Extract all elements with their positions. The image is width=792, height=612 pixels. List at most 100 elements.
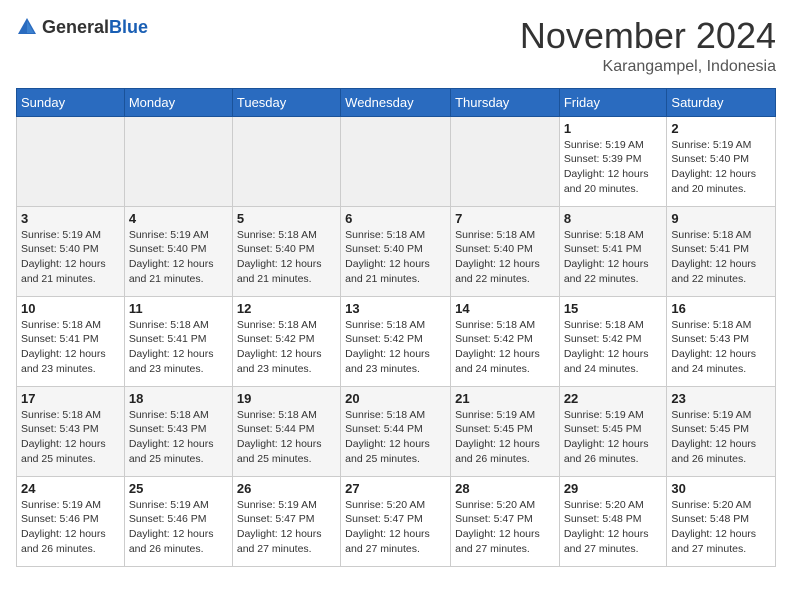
- calendar-cell: 23 Sunrise: 5:19 AMSunset: 5:45 PMDayligh…: [667, 386, 776, 476]
- day-number: 17: [21, 391, 120, 406]
- calendar-cell: 8 Sunrise: 5:18 AMSunset: 5:41 PMDaylight…: [559, 206, 667, 296]
- calendar-cell: 11 Sunrise: 5:18 AMSunset: 5:41 PMDayligh…: [124, 296, 232, 386]
- calendar-cell: 5Sunrise: 5:18 AMSunset: 5:40 PMDaylight…: [232, 206, 340, 296]
- calendar-week-5: 24 Sunrise: 5:19 AMSunset: 5:46 PMDayligh…: [17, 476, 776, 566]
- day-info: Sunrise: 5:19 AMSunset: 5:40 PMDaylight:…: [129, 228, 228, 287]
- day-number: 19: [237, 391, 336, 406]
- day-info: Sunrise: 5:18 AMSunset: 5:41 PMDaylight:…: [129, 318, 228, 377]
- header-day-monday: Monday: [124, 88, 232, 116]
- calendar-cell: 7 Sunrise: 5:18 AMSunset: 5:40 PMDaylight…: [451, 206, 560, 296]
- day-info: Sunrise: 5:19 AMSunset: 5:45 PMDaylight:…: [671, 408, 771, 467]
- calendar-cell: 30 Sunrise: 5:20 AMSunset: 5:48 PMDayligh…: [667, 476, 776, 566]
- day-number: 7: [455, 211, 555, 226]
- day-number: 8: [564, 211, 663, 226]
- calendar-cell: 17 Sunrise: 5:18 AMSunset: 5:43 PMDayligh…: [17, 386, 125, 476]
- day-info: Sunrise: 5:18 AMSunset: 5:44 PMDaylight:…: [345, 408, 446, 467]
- header-day-friday: Friday: [559, 88, 667, 116]
- calendar-week-4: 17 Sunrise: 5:18 AMSunset: 5:43 PMDayligh…: [17, 386, 776, 476]
- day-number: 30: [671, 481, 771, 496]
- day-number: 3: [21, 211, 120, 226]
- calendar-cell: 27Sunrise: 5:20 AMSunset: 5:47 PMDayligh…: [341, 476, 451, 566]
- day-number: 12: [237, 301, 336, 316]
- day-number: 11: [129, 301, 228, 316]
- calendar-cell: 6 Sunrise: 5:18 AMSunset: 5:40 PMDaylight…: [341, 206, 451, 296]
- day-info: Sunrise: 5:20 AMSunset: 5:47 PMDaylight:…: [455, 498, 555, 557]
- day-info: Sunrise: 5:18 AMSunset: 5:40 PMDaylight:…: [345, 228, 446, 287]
- day-info: Sunrise: 5:18 AMSunset: 5:42 PMDaylight:…: [237, 318, 336, 377]
- header-day-thursday: Thursday: [451, 88, 560, 116]
- day-info: Sunrise: 5:19 AMSunset: 5:40 PMDaylight:…: [671, 138, 771, 197]
- day-info: Sunrise: 5:20 AMSunset: 5:47 PMDaylight:…: [345, 498, 446, 557]
- calendar-cell: 1 Sunrise: 5:19 AMSunset: 5:39 PMDaylight…: [559, 116, 667, 206]
- day-number: 22: [564, 391, 663, 406]
- day-info: Sunrise: 5:19 AMSunset: 5:46 PMDaylight:…: [21, 498, 120, 557]
- calendar-cell: 28 Sunrise: 5:20 AMSunset: 5:47 PMDayligh…: [451, 476, 560, 566]
- calendar-table: SundayMondayTuesdayWednesdayThursdayFrid…: [16, 88, 776, 567]
- day-info: Sunrise: 5:18 AMSunset: 5:42 PMDaylight:…: [564, 318, 663, 377]
- calendar-cell: 16Sunrise: 5:18 AMSunset: 5:43 PMDayligh…: [667, 296, 776, 386]
- calendar-cell: [451, 116, 560, 206]
- calendar-cell: 10 Sunrise: 5:18 AMSunset: 5:41 PMDayligh…: [17, 296, 125, 386]
- logo-general: General: [42, 17, 109, 37]
- day-info: Sunrise: 5:18 AMSunset: 5:41 PMDaylight:…: [671, 228, 771, 287]
- calendar-title: November 2024: [520, 16, 776, 56]
- day-number: 6: [345, 211, 446, 226]
- day-info: Sunrise: 5:18 AMSunset: 5:42 PMDaylight:…: [345, 318, 446, 377]
- day-number: 28: [455, 481, 555, 496]
- day-number: 5: [237, 211, 336, 226]
- day-number: 16: [671, 301, 771, 316]
- calendar-cell: 18 Sunrise: 5:18 AMSunset: 5:43 PMDayligh…: [124, 386, 232, 476]
- day-info: Sunrise: 5:18 AMSunset: 5:41 PMDaylight:…: [564, 228, 663, 287]
- calendar-cell: 22Sunrise: 5:19 AMSunset: 5:45 PMDayligh…: [559, 386, 667, 476]
- calendar-cell: 4 Sunrise: 5:19 AMSunset: 5:40 PMDaylight…: [124, 206, 232, 296]
- calendar-week-2: 3 Sunrise: 5:19 AMSunset: 5:40 PMDaylight…: [17, 206, 776, 296]
- day-info: Sunrise: 5:19 AMSunset: 5:45 PMDaylight:…: [455, 408, 555, 467]
- calendar-header: SundayMondayTuesdayWednesdayThursdayFrid…: [17, 88, 776, 116]
- day-info: Sunrise: 5:18 AMSunset: 5:41 PMDaylight:…: [21, 318, 120, 377]
- day-info: Sunrise: 5:20 AMSunset: 5:48 PMDaylight:…: [564, 498, 663, 557]
- day-number: 13: [345, 301, 446, 316]
- day-info: Sunrise: 5:19 AMSunset: 5:39 PMDaylight:…: [564, 138, 663, 197]
- calendar-cell: 15Sunrise: 5:18 AMSunset: 5:42 PMDayligh…: [559, 296, 667, 386]
- day-info: Sunrise: 5:20 AMSunset: 5:48 PMDaylight:…: [671, 498, 771, 557]
- calendar-body: 1 Sunrise: 5:19 AMSunset: 5:39 PMDaylight…: [17, 116, 776, 566]
- day-number: 4: [129, 211, 228, 226]
- calendar-cell: 21 Sunrise: 5:19 AMSunset: 5:45 PMDayligh…: [451, 386, 560, 476]
- header-day-saturday: Saturday: [667, 88, 776, 116]
- day-number: 21: [455, 391, 555, 406]
- calendar-cell: 29 Sunrise: 5:20 AMSunset: 5:48 PMDayligh…: [559, 476, 667, 566]
- calendar-subtitle: Karangampel, Indonesia: [520, 58, 776, 76]
- page-header: GeneralBlue November 2024 Karangampel, I…: [16, 16, 776, 76]
- day-info: Sunrise: 5:19 AMSunset: 5:46 PMDaylight:…: [129, 498, 228, 557]
- calendar-cell: [341, 116, 451, 206]
- day-number: 10: [21, 301, 120, 316]
- day-info: Sunrise: 5:18 AMSunset: 5:44 PMDaylight:…: [237, 408, 336, 467]
- day-number: 29: [564, 481, 663, 496]
- day-info: Sunrise: 5:18 AMSunset: 5:43 PMDaylight:…: [129, 408, 228, 467]
- calendar-week-1: 1 Sunrise: 5:19 AMSunset: 5:39 PMDaylight…: [17, 116, 776, 206]
- header-day-wednesday: Wednesday: [341, 88, 451, 116]
- calendar-cell: 26 Sunrise: 5:19 AMSunset: 5:47 PMDayligh…: [232, 476, 340, 566]
- calendar-cell: 14Sunrise: 5:18 AMSunset: 5:42 PMDayligh…: [451, 296, 560, 386]
- day-info: Sunrise: 5:18 AMSunset: 5:40 PMDaylight:…: [455, 228, 555, 287]
- calendar-cell: 13 Sunrise: 5:18 AMSunset: 5:42 PMDayligh…: [341, 296, 451, 386]
- calendar-cell: 20 Sunrise: 5:18 AMSunset: 5:44 PMDayligh…: [341, 386, 451, 476]
- calendar-cell: 12 Sunrise: 5:18 AMSunset: 5:42 PMDayligh…: [232, 296, 340, 386]
- day-info: Sunrise: 5:18 AMSunset: 5:43 PMDaylight:…: [21, 408, 120, 467]
- calendar-cell: 2Sunrise: 5:19 AMSunset: 5:40 PMDaylight…: [667, 116, 776, 206]
- day-number: 18: [129, 391, 228, 406]
- day-number: 20: [345, 391, 446, 406]
- title-block: November 2024 Karangampel, Indonesia: [520, 16, 776, 76]
- day-number: 24: [21, 481, 120, 496]
- calendar-cell: 3 Sunrise: 5:19 AMSunset: 5:40 PMDaylight…: [17, 206, 125, 296]
- day-number: 1: [564, 121, 663, 136]
- day-number: 26: [237, 481, 336, 496]
- day-info: Sunrise: 5:19 AMSunset: 5:40 PMDaylight:…: [21, 228, 120, 287]
- day-info: Sunrise: 5:19 AMSunset: 5:47 PMDaylight:…: [237, 498, 336, 557]
- calendar-cell: 9Sunrise: 5:18 AMSunset: 5:41 PMDaylight…: [667, 206, 776, 296]
- day-number: 23: [671, 391, 771, 406]
- header-day-tuesday: Tuesday: [232, 88, 340, 116]
- logo-icon: [16, 16, 38, 38]
- calendar-cell: 25Sunrise: 5:19 AMSunset: 5:46 PMDayligh…: [124, 476, 232, 566]
- logo-blue: Blue: [109, 17, 148, 37]
